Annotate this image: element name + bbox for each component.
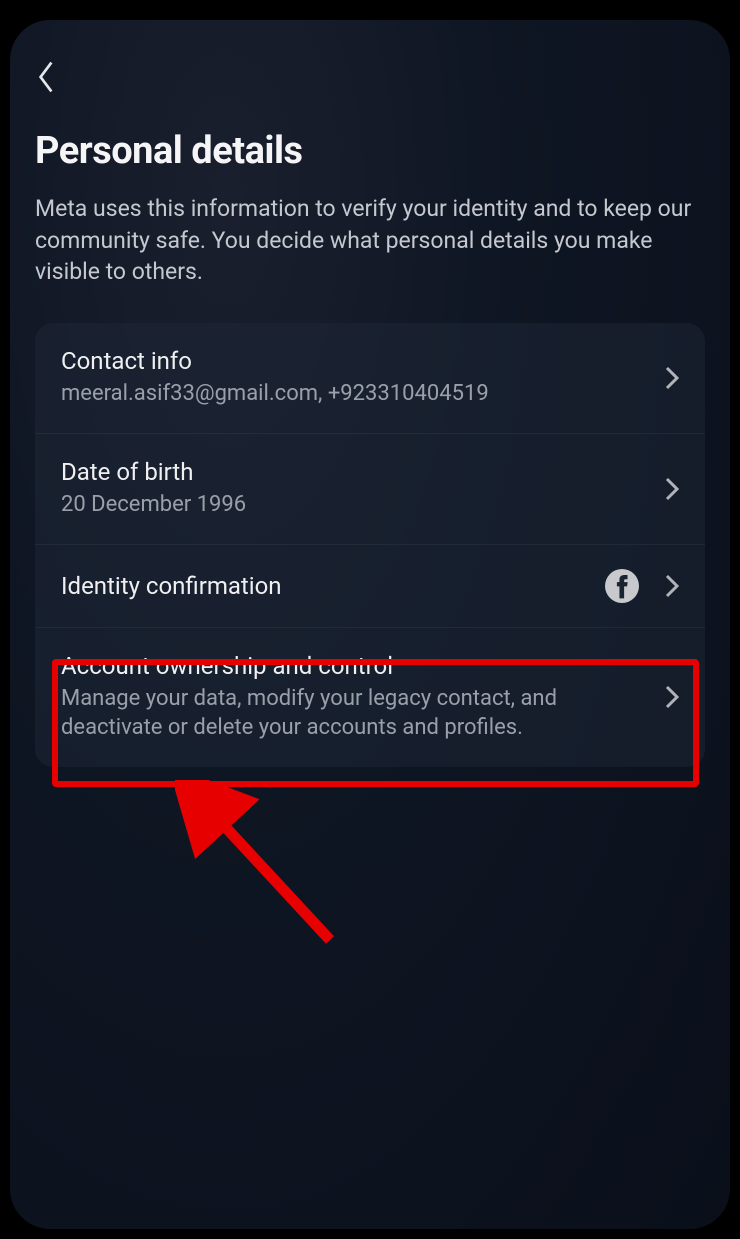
row-account-ownership[interactable]: Account ownership and control Manage you… <box>35 628 705 767</box>
row-text: Identity confirmation <box>61 572 605 600</box>
page-description: Meta uses this information to verify you… <box>35 193 705 288</box>
row-text: Contact info meeral.asif33@gmail.com, +9… <box>61 347 657 409</box>
row-title: Identity confirmation <box>61 572 605 600</box>
phone-frame: Personal details Meta uses this informat… <box>0 0 740 1239</box>
chevron-right-icon <box>665 574 679 598</box>
row-title: Account ownership and control <box>61 652 657 680</box>
chevron-left-icon <box>35 59 57 95</box>
row-title: Date of birth <box>61 458 657 486</box>
back-button[interactable] <box>35 55 79 99</box>
screen: Personal details Meta uses this informat… <box>10 20 730 1229</box>
row-identity-confirmation[interactable]: Identity confirmation <box>35 545 705 628</box>
page-title: Personal details <box>35 129 705 173</box>
chevron-right-icon <box>665 477 679 501</box>
row-title: Contact info <box>61 347 657 375</box>
row-subtitle: 20 December 1996 <box>61 490 657 520</box>
chevron-right-icon <box>665 685 679 709</box>
row-date-of-birth[interactable]: Date of birth 20 December 1996 <box>35 434 705 545</box>
row-contact-info[interactable]: Contact info meeral.asif33@gmail.com, +9… <box>35 323 705 434</box>
row-subtitle: meeral.asif33@gmail.com, +923310404519 <box>61 379 657 409</box>
facebook-icon <box>605 569 639 603</box>
row-text: Date of birth 20 December 1996 <box>61 458 657 520</box>
chevron-right-icon <box>665 366 679 390</box>
row-text: Account ownership and control Manage you… <box>61 652 657 743</box>
row-subtitle: Manage your data, modify your legacy con… <box>61 684 657 743</box>
settings-card: Contact info meeral.asif33@gmail.com, +9… <box>35 323 705 767</box>
